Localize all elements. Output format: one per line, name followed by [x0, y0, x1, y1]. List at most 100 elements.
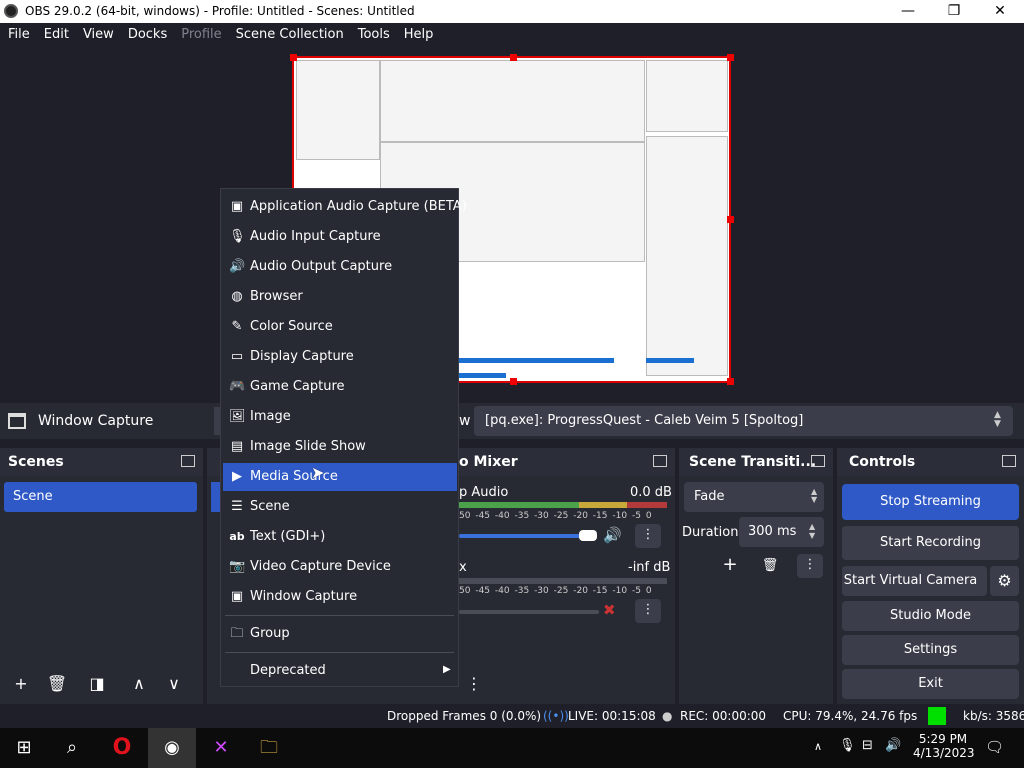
- menu-item-color-source[interactable]: ✎ Color Source: [223, 313, 457, 341]
- folder-icon: 🗀: [230, 626, 244, 641]
- camera-icon: 📷: [229, 559, 246, 574]
- app-audio-icon: ▣: [230, 199, 244, 214]
- speaker-icon[interactable]: 🔊: [603, 526, 622, 544]
- menu-scene-collection[interactable]: Scene Collection: [228, 23, 350, 47]
- menu-file[interactable]: File: [0, 23, 36, 47]
- menu-profile[interactable]: Profile: [173, 23, 227, 47]
- volume-slider[interactable]: [459, 610, 599, 614]
- volume-slider[interactable]: [459, 534, 581, 538]
- duration-spinbox[interactable]: 300 ms ▲ ▼: [739, 517, 824, 547]
- menu-item-image[interactable]: 🖼 Image: [223, 403, 457, 431]
- dropped-frames: Dropped Frames 0 (0.0%): [387, 709, 542, 723]
- opera-icon[interactable]: O: [98, 728, 146, 768]
- exit-button[interactable]: Exit: [842, 669, 1019, 699]
- window-capture-icon: [8, 413, 26, 429]
- resize-handle[interactable]: [727, 216, 734, 223]
- duration-value: 300 ms: [748, 524, 797, 539]
- chevron-up-icon[interactable]: ∧: [814, 740, 822, 753]
- maximize-button[interactable]: ❐: [931, 0, 977, 23]
- menu-item-display-capture[interactable]: ▭ Display Capture: [223, 343, 457, 371]
- progressquest-icon[interactable]: ✕: [197, 728, 245, 768]
- status-bar: Dropped Frames 0 (0.0%) ((•)) LIVE: 00:1…: [0, 704, 1024, 728]
- microphone-tray-icon[interactable]: 🎙: [839, 738, 856, 753]
- add-transition-button[interactable]: +: [717, 554, 743, 578]
- duration-label: Duration: [682, 525, 739, 540]
- menu-item-media-source[interactable]: ▶ Media Source: [223, 463, 457, 491]
- undock-icon[interactable]: [181, 455, 195, 467]
- live-broadcast-icon: ((•)): [543, 709, 569, 723]
- submenu-arrow-icon: ▶: [443, 664, 451, 675]
- stop-streaming-button[interactable]: Stop Streaming: [842, 484, 1019, 520]
- muted-speaker-icon[interactable]: ✖: [603, 601, 616, 619]
- resize-handle[interactable]: [510, 378, 517, 385]
- channel-menu-button[interactable]: ⋮: [635, 524, 661, 548]
- cpu-fps: CPU: 79.4%, 24.76 fps: [783, 709, 918, 723]
- menu-bar: File Edit View Docks Profile Scene Colle…: [0, 23, 1024, 47]
- close-button[interactable]: ✕: [977, 0, 1023, 23]
- remove-scene-button[interactable]: 🗑: [44, 671, 70, 697]
- network-icon[interactable]: ⊟: [862, 738, 873, 753]
- spin-arrows-icon[interactable]: ▲ ▼: [809, 522, 815, 540]
- transition-select[interactable]: Fade ▲ ▼: [684, 482, 824, 512]
- minimize-button[interactable]: —: [885, 0, 931, 23]
- preview-panel: [646, 60, 728, 132]
- menu-item-deprecated[interactable]: Deprecated ▶: [223, 657, 457, 685]
- globe-icon: ◍: [231, 289, 243, 304]
- transitions-title: Scene Transiti...: [679, 448, 833, 476]
- scene-item[interactable]: Scene: [4, 482, 197, 512]
- brush-icon: ✎: [231, 319, 243, 334]
- start-virtual-camera-button[interactable]: Start Virtual Camera: [842, 566, 987, 596]
- source-menu-button[interactable]: ⋮: [461, 671, 487, 697]
- add-scene-button[interactable]: +: [8, 671, 34, 697]
- menu-tools[interactable]: Tools: [350, 23, 396, 47]
- gear-icon: ⚙: [997, 571, 1012, 590]
- menu-edit[interactable]: Edit: [36, 23, 75, 47]
- volume-slider-handle[interactable]: [579, 530, 597, 541]
- resize-handle[interactable]: [727, 378, 734, 385]
- scene-filters-button[interactable]: ◨: [84, 671, 110, 697]
- file-explorer-icon[interactable]: 🗀: [245, 728, 293, 768]
- windows-start-icon[interactable]: ⊞: [0, 728, 48, 768]
- slideshow-icon: ▤: [230, 439, 244, 454]
- menu-item-audio-input-capture[interactable]: 🎙 Audio Input Capture: [223, 223, 457, 251]
- window-title: OBS 29.0.2 (64-bit, windows) - Profile: …: [25, 4, 415, 18]
- meter-scale: 50 -45 -40 -35 -30 -25 -20 -15 -10 -5 0: [459, 511, 652, 521]
- window-select[interactable]: [pq.exe]: ProgressQuest - Caleb Veim 5 […: [474, 406, 1013, 436]
- menu-item-window-capture[interactable]: ▣ Window Capture: [223, 583, 457, 611]
- undock-icon[interactable]: [811, 455, 825, 467]
- menu-item-group[interactable]: 🗀 Group: [223, 620, 457, 648]
- clock[interactable]: 5:29 PM 4/13/2023: [913, 732, 975, 760]
- undock-icon[interactable]: [653, 455, 667, 467]
- remove-transition-button[interactable]: 🗑: [757, 554, 783, 578]
- menu-item-scene[interactable]: ☰ Scene: [223, 493, 457, 521]
- menu-separator: [225, 615, 454, 616]
- transition-properties-button[interactable]: ⋮: [797, 554, 823, 578]
- resize-handle[interactable]: [510, 54, 517, 61]
- settings-button[interactable]: Settings: [842, 635, 1019, 665]
- search-icon[interactable]: ⌕: [48, 728, 96, 768]
- menu-view[interactable]: View: [75, 23, 120, 47]
- channel-menu-button[interactable]: ⋮: [635, 599, 661, 623]
- menu-item-text-gdi[interactable]: ab Text (GDI+): [223, 523, 457, 551]
- notifications-icon[interactable]: 🗨: [985, 738, 1004, 756]
- move-up-button[interactable]: ∧: [126, 671, 152, 697]
- start-recording-button[interactable]: Start Recording: [842, 526, 1019, 560]
- virtual-camera-settings-button[interactable]: ⚙: [990, 566, 1019, 596]
- selected-source-name: Window Capture: [38, 413, 154, 429]
- obs-taskbar-icon[interactable]: ◉: [148, 728, 196, 768]
- undock-icon[interactable]: [1002, 455, 1016, 467]
- resize-handle[interactable]: [727, 54, 734, 61]
- menu-item-game-capture[interactable]: 🎮 Game Capture: [223, 373, 457, 401]
- resize-handle[interactable]: [290, 54, 297, 61]
- menu-item-application-audio-capture[interactable]: ▣ Application Audio Capture (BETA): [223, 193, 467, 221]
- menu-docks[interactable]: Docks: [120, 23, 173, 47]
- move-down-button[interactable]: ∨: [161, 671, 187, 697]
- menu-item-image-slide-show[interactable]: ▤ Image Slide Show: [223, 433, 457, 461]
- menu-item-audio-output-capture[interactable]: 🔊 Audio Output Capture: [223, 253, 457, 281]
- menu-help[interactable]: Help: [396, 23, 440, 47]
- volume-tray-icon[interactable]: 🔊: [885, 738, 901, 753]
- controls-dock: Controls Stop Streaming Start Recording …: [837, 448, 1024, 704]
- studio-mode-button[interactable]: Studio Mode: [842, 601, 1019, 631]
- menu-item-video-capture-device[interactable]: 📷 Video Capture Device: [223, 553, 457, 581]
- menu-item-browser[interactable]: ◍ Browser: [223, 283, 457, 311]
